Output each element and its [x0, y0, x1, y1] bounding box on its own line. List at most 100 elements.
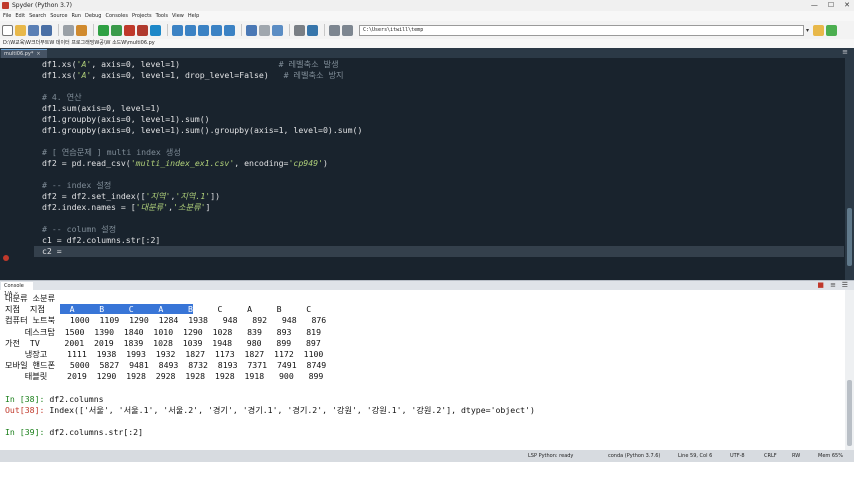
menu-file[interactable]: File — [3, 13, 11, 19]
debug-step-icon[interactable] — [172, 24, 183, 36]
menu-bar: File Edit Search Source Run Debug Consol… — [0, 11, 854, 21]
console-output[interactable]: 대분류 소분류 지점 지점 A B C A B C A B C 컴퓨터 노트북 10… — [0, 290, 845, 450]
breakpoint-icon[interactable] — [3, 255, 9, 261]
code-text: df2.index.names = ['대분류','소분류'] — [42, 202, 210, 213]
memory-usage: Mem 65% — [818, 453, 843, 459]
code-text: df1.sum(axis=0, level=1) — [42, 103, 160, 114]
code-line[interactable]: 46df1.sum(axis=0, level=1) — [34, 103, 844, 114]
forward-arrow-icon[interactable] — [342, 24, 353, 36]
python-path-icon[interactable] — [307, 24, 318, 36]
menu-consoles[interactable]: Consoles — [105, 13, 127, 19]
run-cell-advance-icon[interactable] — [124, 24, 135, 36]
stop-kernel-icon[interactable]: ■ — [817, 281, 824, 289]
browse-folder-icon[interactable] — [813, 24, 825, 36]
code-line[interactable]: 47df1.groupby(axis=0, level=1).sum() — [34, 114, 844, 125]
code-comment: # -- index 설정 — [42, 180, 112, 190]
code-line[interactable]: 53# -- index 설정 — [34, 180, 844, 191]
console-options-icon[interactable]: ≡ — [830, 281, 836, 289]
code-text: df1.xs('A', axis=0, level=1, drop_level=… — [42, 70, 344, 81]
code-line[interactable]: 44 — [34, 81, 844, 92]
minimize-button[interactable]: — — [811, 1, 818, 9]
code-line[interactable]: 49 — [34, 136, 844, 147]
read-write-status: RW — [792, 453, 801, 459]
tiles-icon[interactable] — [272, 24, 283, 36]
step-into-icon[interactable] — [185, 24, 196, 36]
code-line[interactable]: 48df1.groupby(axis=0, level=1).sum().gro… — [34, 125, 844, 136]
code-string: '지역.1' — [175, 191, 211, 201]
code-line[interactable]: 57# -- column 설정 — [34, 224, 844, 235]
menu-search[interactable]: Search — [29, 13, 46, 19]
console-line: 냉장고 1111 1938 1993 1932 1827 1173 1827 1… — [5, 349, 324, 360]
parent-directory-icon[interactable] — [826, 24, 838, 36]
back-arrow-icon[interactable] — [329, 24, 340, 36]
open-file-icon[interactable] — [15, 24, 26, 36]
debug-icon[interactable] — [150, 24, 161, 36]
wrench-icon[interactable] — [294, 24, 305, 36]
save-icon[interactable] — [28, 24, 39, 36]
menu-source[interactable]: Source — [50, 13, 67, 19]
chevron-down-icon[interactable]: ▾ — [806, 27, 809, 34]
close-button[interactable]: ✕ — [844, 1, 850, 9]
code-text: # 4. 연산 — [42, 92, 82, 103]
menu-debug[interactable]: Debug — [85, 13, 101, 19]
email-icon[interactable] — [76, 24, 87, 36]
new-file-icon[interactable] — [2, 24, 13, 36]
editor-tab-bar: multi06.py* × ≡ — [0, 48, 854, 58]
menu-projects[interactable]: Projects — [132, 13, 152, 19]
step-return-icon[interactable] — [198, 24, 209, 36]
close-tab-icon[interactable]: × — [36, 51, 40, 57]
code-area[interactable]: 42df1.xs('A', axis=0, level=1) # 레벨축소 발생… — [34, 58, 844, 280]
code-line[interactable]: 58c1 = df2.columns.str[:2] — [34, 235, 844, 246]
code-line[interactable]: 50# [ 연습문제 ] multi index 생성 — [34, 147, 844, 158]
code-line[interactable]: 52 — [34, 169, 844, 180]
code-line[interactable]: 51df2 = pd.read_csv('multi_index_ex1.csv… — [34, 158, 844, 169]
menu-run[interactable]: Run — [71, 13, 81, 19]
main-toolbar: C:\Users\itwill\temp ▾ — [0, 21, 854, 39]
menu-view[interactable]: View — [172, 13, 184, 19]
code-string: 'A' — [76, 59, 92, 69]
cursor-position: Line 59, Col 6 — [678, 453, 713, 459]
code-string: '소분류' — [173, 202, 206, 212]
toolbar-separator — [58, 24, 59, 36]
console-line: 지점 지점 A B C A B C A B C — [5, 304, 311, 315]
code-line[interactable]: 42df1.xs('A', axis=0, level=1) # 레벨축소 발생 — [34, 59, 844, 70]
stop-debug-icon[interactable] — [224, 24, 235, 36]
working-directory-input[interactable]: C:\Users\itwill\temp — [359, 24, 804, 36]
code-token: ] — [205, 202, 211, 212]
code-line[interactable]: 55df2.index.names = ['대분류','소분류'] — [34, 202, 844, 213]
console-text: 태블릿 2019 1290 1928 2928 1928 1928 1918 9… — [5, 371, 324, 381]
selected-text: A B C A B — [59, 304, 193, 314]
editor-options-icon[interactable]: ≡ — [842, 48, 848, 56]
maximize-pane-icon[interactable] — [246, 24, 257, 36]
layout-icon[interactable] — [259, 24, 270, 36]
menu-tools[interactable]: Tools — [156, 13, 168, 19]
run-icon[interactable] — [98, 24, 109, 36]
file-list-icon[interactable] — [63, 24, 74, 36]
menu-edit[interactable]: Edit — [15, 13, 25, 19]
code-line[interactable]: 56 — [34, 213, 844, 224]
run-selection-icon[interactable] — [137, 24, 148, 36]
menu-help[interactable]: Help — [188, 13, 199, 19]
code-comment: # [ 연습문제 ] multi index 생성 — [42, 147, 181, 157]
code-token: ) — [323, 158, 328, 168]
scrollbar-thumb[interactable] — [847, 208, 852, 266]
console-scrollbar[interactable] — [845, 290, 854, 450]
code-line[interactable]: 45# 4. 연산 — [34, 92, 844, 103]
run-cell-icon[interactable] — [111, 24, 122, 36]
code-line[interactable]: 59c2 = — [34, 246, 844, 257]
console-tab[interactable]: Console 1/A × — [1, 282, 33, 297]
editor-scrollbar[interactable] — [845, 58, 854, 280]
code-line[interactable]: 43df1.xs('A', axis=0, level=1, drop_leve… — [34, 70, 844, 81]
save-all-icon[interactable] — [41, 24, 52, 36]
code-line[interactable]: 54df2 = df2.set_index(['지역','지역.1']) — [34, 191, 844, 202]
console-text: 대분류 소분류 — [5, 293, 56, 303]
scrollbar-thumb[interactable] — [847, 380, 852, 446]
maximize-button[interactable]: ☐ — [828, 1, 834, 9]
continue-icon[interactable] — [211, 24, 222, 36]
code-token: c1 = df2.columns.str[:2] — [42, 235, 161, 245]
console-text: 가전 TV 2001 2019 1839 1028 1039 1948 980 … — [5, 338, 321, 348]
console-menu-icon[interactable]: ☰ — [842, 281, 848, 289]
code-text: c2 = — [42, 246, 67, 257]
code-string: '지역' — [145, 191, 171, 201]
editor-tab[interactable]: multi06.py* × — [1, 49, 47, 58]
